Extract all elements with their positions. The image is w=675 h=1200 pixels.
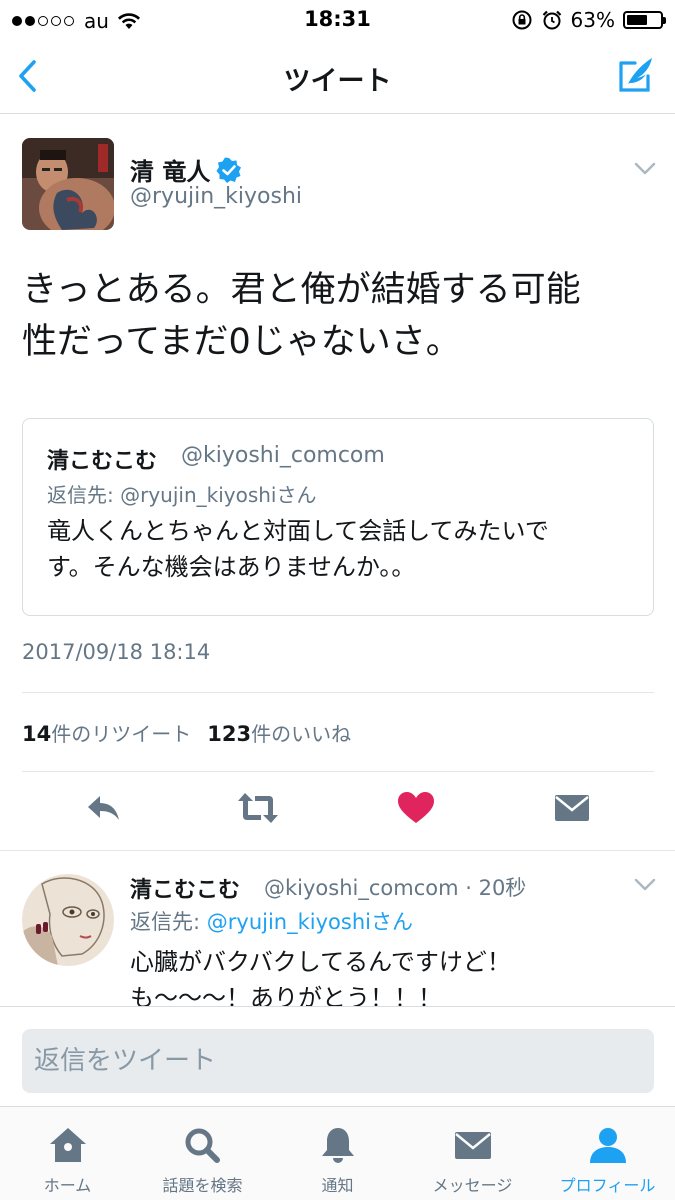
like-stat[interactable]: 123件のいいね [207, 718, 351, 747]
tab-label: ホーム [43, 1176, 92, 1195]
verified-badge-icon [216, 157, 242, 183]
tab-messages[interactable]: メッセージ [405, 1107, 540, 1200]
retweet-stat[interactable]: 14件のリツイート [22, 718, 191, 747]
reply-to-prefix: 返信先: [130, 910, 207, 934]
tweet-text: きっとある。君と俺が結婚する可能 性だってまだ0じゃないさ。 [22, 264, 652, 368]
envelope-icon [454, 1132, 491, 1159]
tweet-text-line: きっとある。君と俺が結婚する可能 [22, 270, 581, 310]
divider [22, 692, 654, 693]
tab-label: メッセージ [432, 1176, 513, 1195]
tab-search[interactable]: 話題を検索 [135, 1107, 270, 1200]
reply-author-avatar[interactable] [22, 874, 114, 966]
compose-tweet-icon[interactable] [615, 54, 657, 96]
author-name[interactable]: 清 竜人 [130, 152, 242, 187]
quoted-text-line: す。そんな機会はありませんか。。 [47, 553, 416, 581]
bell-icon [321, 1128, 354, 1163]
retweet-count-label: 件のリツイート [51, 722, 192, 746]
retweet-icon[interactable] [236, 790, 280, 826]
tab-bar: ホーム 話題を検索 通知 メッセージ プロフィール [0, 1106, 675, 1200]
status-right: 63% [511, 8, 666, 32]
tab-notifications[interactable]: 通知 [270, 1107, 405, 1200]
quoted-author-name: 清こむこむ [47, 449, 158, 474]
tweet-stats: 14件のリツイート 123件のいいね [22, 718, 351, 747]
reply-to-line: 返信先: @ryujin_kiyoshiさん [130, 906, 413, 936]
like-count: 123 [207, 722, 252, 746]
quoted-reply-to: 返信先: @ryujin_kiyoshiさん [47, 483, 317, 507]
battery-level-fill [627, 15, 648, 25]
retweet-count: 14 [22, 722, 52, 746]
reply-icon[interactable] [84, 790, 124, 826]
tab-profile[interactable]: プロフィール [540, 1107, 675, 1200]
alarm-icon [542, 10, 561, 30]
like-icon[interactable] [396, 790, 436, 826]
search-icon [185, 1128, 220, 1163]
reply-text-line: 心臓がバクバクしてるんですけど！ [130, 948, 511, 976]
quoted-tweet-text: 竜人くんとちゃんと対面して会話してみたいで す。そんな機会はありませんか。。 [47, 513, 627, 585]
home-icon [49, 1128, 86, 1162]
tab-home[interactable]: ホーム [0, 1107, 135, 1200]
direct-message-icon[interactable] [552, 790, 592, 826]
status-bar: au 18:31 63% [0, 0, 675, 38]
tab-label: プロフィール [559, 1176, 656, 1195]
divider [0, 850, 675, 851]
author-display-name: 清 竜人 [130, 158, 211, 186]
quoted-author-handle: @kiyoshi_comcom [181, 443, 385, 468]
reply-to-link[interactable]: @ryujin_kiyoshiさん [207, 910, 413, 934]
reply-handle-time: @kiyoshi_comcom · 20秒 [264, 876, 527, 900]
tab-label: 話題を検索 [162, 1176, 243, 1195]
navigation-bar: ツイート [0, 38, 675, 114]
reply-author-name[interactable]: 清こむこむ [130, 872, 240, 904]
battery-percent: 63% [570, 8, 615, 32]
tab-label: 通知 [321, 1176, 354, 1195]
battery-icon [623, 11, 666, 29]
divider [22, 771, 654, 772]
author-handle[interactable]: @ryujin_kiyoshi [130, 184, 302, 209]
rotation-lock-icon [512, 10, 532, 30]
like-count-label: 件のいいね [251, 722, 352, 746]
chevron-down-icon[interactable] [634, 878, 656, 892]
tweet-text-line: 性だってまだ0じゃないさ。 [22, 322, 461, 362]
author-avatar[interactable] [22, 138, 114, 230]
reply-composer [0, 1006, 675, 1106]
page-title: ツイート [283, 66, 392, 97]
reply-input[interactable] [22, 1029, 654, 1093]
profile-icon [589, 1128, 626, 1163]
tweet-timestamp: 2017/09/18 18:14 [22, 640, 211, 664]
quoted-text-line: 竜人くんとちゃんと対面して会話してみたいで [47, 517, 549, 545]
chevron-down-icon[interactable] [634, 162, 656, 176]
quoted-tweet-card[interactable]: 清こむこむ @kiyoshi_comcom 返信先: @ryujin_kiyos… [22, 418, 654, 616]
